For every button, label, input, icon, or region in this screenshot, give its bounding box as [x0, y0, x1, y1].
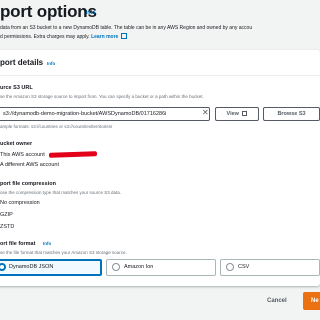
file-format-label-text: ort file format	[0, 241, 36, 247]
page-description-text: d permissions. Extra charges may apply.	[0, 34, 90, 40]
radio-amazon-ion[interactable]	[112, 263, 120, 271]
view-button-label: View	[226, 111, 239, 117]
page-title: port options	[0, 2, 97, 21]
title-info-link[interactable]: Info	[86, 10, 95, 16]
external-link-icon	[242, 111, 248, 116]
source-url-hint: se the Amazon S3 storage source to impor…	[0, 94, 204, 99]
file-format-tile-csv[interactable]	[220, 259, 320, 276]
page-description-cont: d permissions. Extra charges may apply. …	[0, 33, 127, 40]
compression-option-none[interactable]: No compression	[0, 200, 40, 206]
compression-hint: ose the compression type that matches yo…	[0, 190, 122, 195]
bucket-owner-option-this-account[interactable]: This AWS account	[0, 152, 45, 158]
page-description: data from an S3 bucket to a new DynamoDB…	[0, 25, 253, 31]
bucket-owner-label: ucket owner	[0, 141, 33, 147]
browse-s3-button[interactable]: Browse S3	[263, 107, 320, 121]
file-format-tile-amazon-ion[interactable]	[106, 259, 216, 276]
file-format-info-link[interactable]: Info	[43, 241, 51, 246]
bucket-owner-option-different-account[interactable]: A different AWS account	[0, 162, 59, 168]
card-info-link[interactable]: Info	[47, 61, 55, 66]
compression-label: port file compression	[0, 181, 56, 187]
view-button[interactable]: View	[215, 107, 259, 121]
card-title: port details	[0, 58, 44, 67]
source-url-example: ample formats: s3://countries or s3://co…	[0, 124, 113, 129]
file-format-option-csv: CSV	[238, 264, 250, 270]
external-link-icon	[120, 33, 127, 39]
compression-option-gzip[interactable]: GZIP	[0, 212, 13, 218]
source-url-input[interactable]: s3://dynamodb-demo-migration-bucket/AWSD…	[0, 107, 210, 121]
cancel-button[interactable]: Cancel	[267, 298, 287, 304]
next-button[interactable]: Ne	[303, 292, 320, 310]
learn-more-link[interactable]: Learn more	[91, 34, 118, 40]
file-format-option-amazon-ion: Amazon Ion	[124, 264, 154, 270]
file-format-hint: se the file format that matches your Ama…	[0, 250, 127, 255]
compression-option-zstd[interactable]: ZSTD	[0, 224, 14, 230]
source-url-label: urce S3 URL	[0, 85, 33, 91]
radio-csv[interactable]	[226, 263, 234, 271]
clear-input-icon[interactable]: ✕	[202, 108, 209, 118]
card-divider	[0, 75, 320, 76]
file-format-option-dynamodb-json: DynamoDB JSON	[9, 264, 54, 270]
file-format-label: ort file format Info	[0, 241, 51, 247]
